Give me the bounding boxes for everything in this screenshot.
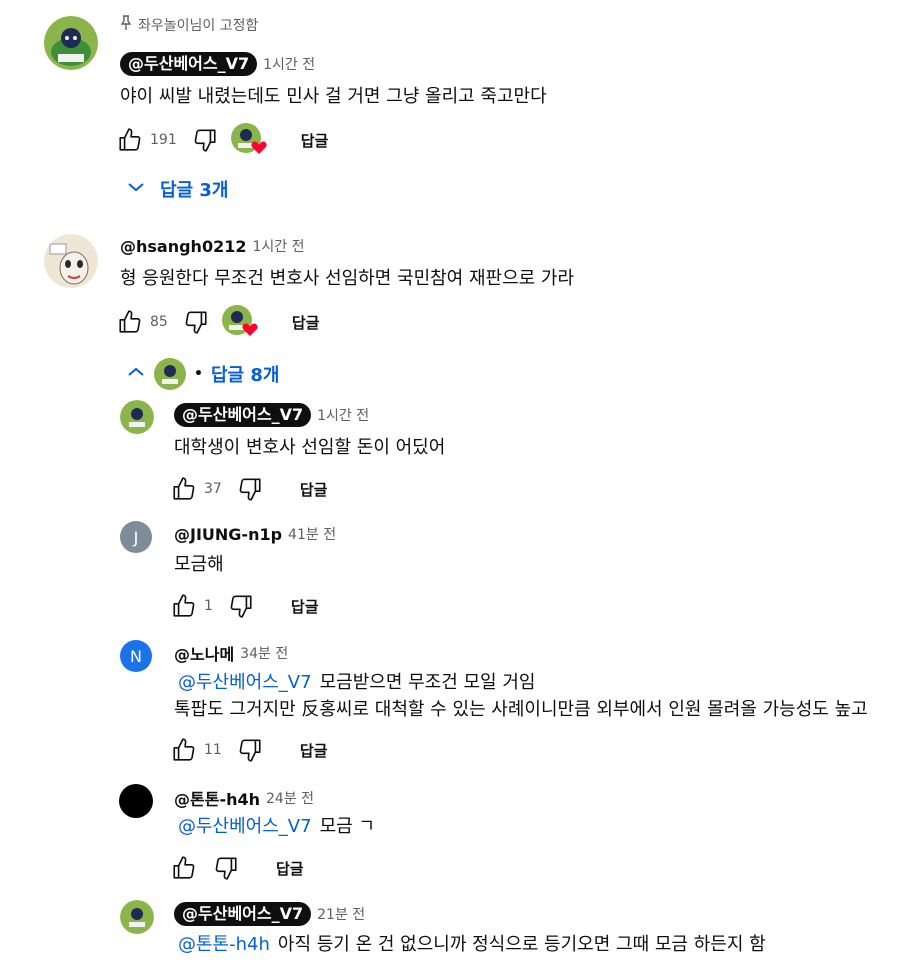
reply-text: 대학생이 변호사 선임할 돈이 어딨어 — [174, 437, 446, 458]
avatar-letter: J — [133, 527, 139, 547]
timestamp[interactable]: 1시간 전 — [317, 405, 369, 425]
creator-heart — [230, 123, 267, 157]
timestamp[interactable]: 21분 전 — [317, 904, 365, 924]
author-name[interactable]: @hsangh0212 — [120, 237, 246, 256]
dislike-icon[interactable] — [227, 592, 255, 620]
comment-text: 형 응원한다 무조건 변호사 선임하면 국민참여 재판으로 가라 — [120, 268, 575, 289]
like-count: 85 — [150, 314, 168, 330]
heart-icon — [242, 323, 258, 336]
reply-text: @두산베어스_V7 모금 ㄱ — [178, 814, 375, 840]
reply-header: @두산베어스_V7 1시간 전 — [174, 403, 369, 427]
like-icon[interactable] — [170, 475, 198, 503]
reply-button[interactable]: 답글 — [292, 312, 320, 333]
reply-button[interactable]: 답글 — [291, 596, 319, 617]
replies-toggle[interactable]: 답글 3개 — [126, 176, 228, 202]
chevron-down-icon — [126, 177, 146, 202]
reply-button[interactable]: 답글 — [300, 479, 328, 500]
like-count: 11 — [204, 742, 222, 758]
comment-actions: 85 답글 — [116, 305, 320, 339]
reply-text-body: 아직 등기 온 건 없으니까 정식으로 등기오면 그때 모금 하든지 함 — [277, 934, 766, 955]
like-icon[interactable] — [170, 854, 198, 882]
mention-link[interactable]: @톤톤-h4h — [178, 934, 270, 955]
author-chip[interactable]: @두산베어스_V7 — [120, 52, 258, 76]
comment-header: @두산베어스_V7 1시간 전 — [120, 52, 315, 76]
reply-text-line2: 톡팝도 그거지만 反홍씨로 대척할 수 있는 사례이니만큼 외부에서 인원 몰려… — [174, 699, 868, 720]
mention-link[interactable]: @두산베어스_V7 — [178, 816, 312, 837]
avatar[interactable] — [119, 784, 153, 818]
avatar-letter: N — [130, 646, 142, 666]
pinned-label: 좌우놀이님이 고정함 — [120, 15, 258, 35]
reply-text-body: 모금 ㄱ — [319, 816, 375, 837]
avatar[interactable]: N — [120, 640, 152, 672]
reply-header: @노나메 34분 전 — [174, 641, 288, 665]
reply-text: @톤톤-h4h 아직 등기 온 건 없으니까 정식으로 등기오면 그때 모금 하든… — [178, 932, 766, 958]
comment-text: 야이 씨발 내렸는데도 민사 걸 거면 그냥 올리고 죽고만다 — [120, 86, 547, 107]
dislike-icon[interactable] — [191, 126, 219, 154]
avatar[interactable] — [120, 400, 154, 434]
avatar[interactable]: J — [120, 521, 152, 553]
avatar[interactable] — [120, 900, 154, 934]
author-chip[interactable]: @두산베어스_V7 — [174, 902, 312, 926]
reply-button[interactable]: 답글 — [300, 740, 328, 761]
comment-header: @hsangh0212 1시간 전 — [120, 236, 304, 256]
timestamp[interactable]: 1시간 전 — [263, 54, 315, 74]
avatar[interactable] — [44, 234, 98, 288]
chevron-up-icon — [126, 362, 146, 387]
author-chip[interactable]: @두산베어스_V7 — [174, 403, 312, 427]
timestamp[interactable]: 34분 전 — [240, 643, 288, 663]
replies-toggle-label: 답글 8개 — [210, 365, 280, 386]
reply-button[interactable]: 답글 — [301, 130, 329, 151]
dislike-icon[interactable] — [236, 475, 264, 503]
reply-button[interactable]: 답글 — [276, 858, 304, 879]
separator-dot: • — [194, 366, 203, 382]
creator-avatar-small — [154, 358, 186, 390]
reply-header: @두산베어스_V7 21분 전 — [174, 902, 365, 926]
like-count: 1 — [204, 598, 213, 614]
reply-header: @JIUNG-n1p 41분 전 — [174, 524, 336, 544]
heart-icon — [251, 141, 267, 154]
reply-actions: 답글 — [170, 852, 304, 884]
like-icon[interactable] — [116, 308, 144, 336]
creator-heart — [221, 305, 258, 339]
author-name[interactable]: @JIUNG-n1p — [174, 525, 282, 544]
dislike-icon[interactable] — [182, 308, 210, 336]
reply-text-line1: 모금받으면 무조건 모일 거임 — [319, 672, 536, 693]
author-name[interactable]: @톤톤-h4h — [174, 786, 260, 810]
like-icon[interactable] — [170, 592, 198, 620]
pin-icon — [120, 15, 132, 35]
replies-toggle-label: 답글 3개 — [160, 180, 229, 201]
pinned-text: 좌우놀이님이 고정함 — [138, 18, 259, 34]
reply-header: @톤톤-h4h 24분 전 — [174, 786, 314, 810]
comment-actions: 191 답글 — [116, 123, 329, 157]
timestamp[interactable]: 41분 전 — [288, 524, 336, 544]
like-count: 191 — [150, 132, 177, 148]
dislike-icon[interactable] — [212, 854, 240, 882]
reply-text: @두산베어스_V7 모금받으면 무조건 모일 거임 — [178, 670, 535, 696]
like-count: 37 — [204, 481, 222, 497]
author-name[interactable]: @노나메 — [174, 641, 234, 665]
dislike-icon[interactable] — [236, 736, 264, 764]
replies-toggle[interactable]: • 답글 8개 — [126, 358, 279, 390]
timestamp[interactable]: 24분 전 — [266, 788, 314, 808]
avatar[interactable] — [44, 16, 98, 70]
reply-actions: 37 답글 — [170, 473, 327, 505]
like-icon[interactable] — [170, 736, 198, 764]
reply-actions: 11 답글 — [170, 734, 327, 766]
mention-link[interactable]: @두산베어스_V7 — [178, 672, 312, 693]
timestamp[interactable]: 1시간 전 — [252, 236, 304, 256]
like-icon[interactable] — [116, 126, 144, 154]
reply-actions: 1 답글 — [170, 590, 319, 622]
reply-text: 모금해 — [174, 554, 224, 575]
